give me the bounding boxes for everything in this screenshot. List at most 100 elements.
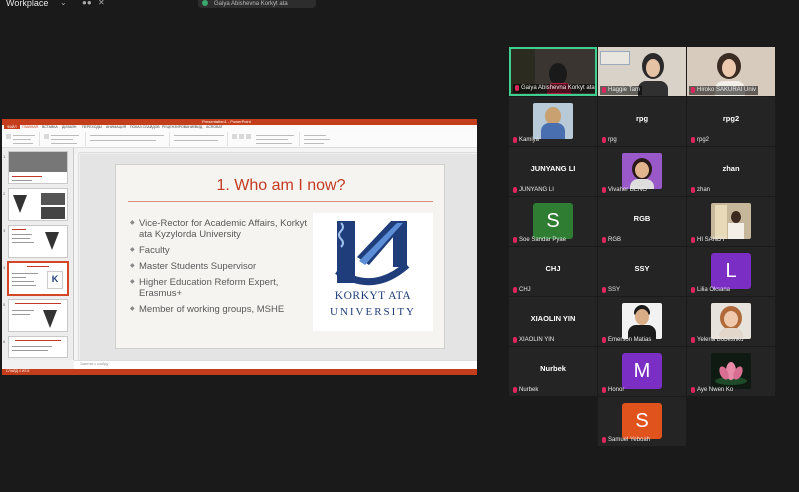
chevron-down-icon[interactable]: ⌄: [60, 0, 67, 7]
participant-tile[interactable]: Gaiya Abishevna Korkyt ata: [509, 47, 597, 96]
tab-home[interactable]: ГЛАВНАЯ: [22, 125, 38, 129]
profile-photo: [711, 203, 751, 239]
slide-thumbnail[interactable]: [8, 151, 68, 184]
thumb-line: [12, 242, 34, 243]
participant-tile[interactable]: Yelena Bobeshko: [687, 297, 775, 346]
new-slide-icon[interactable]: [44, 134, 49, 139]
mic-muted-icon: [602, 87, 606, 93]
tab-slideshow[interactable]: ПОКАЗ СЛАЙДОВ: [130, 125, 160, 129]
logo-text-line1: KORKYT ATA: [334, 290, 412, 302]
arrange-icon[interactable]: [239, 134, 244, 139]
mic-muted-icon: [602, 287, 606, 293]
tab-acrobat[interactable]: ACROBAT: [206, 125, 223, 129]
mic-muted-icon: [691, 287, 695, 293]
ribbon-line: [51, 135, 79, 136]
mic-muted-icon: [691, 387, 695, 393]
ribbon-group-clipboard: [4, 132, 40, 146]
participant-name: Kamiya: [511, 136, 541, 145]
tab-transitions[interactable]: ПЕРЕХОДЫ: [82, 125, 102, 129]
participant-tile[interactable]: Vivaher BENG: [598, 147, 686, 196]
thumb-line: [12, 176, 42, 177]
participant-tile[interactable]: Kamiya: [509, 97, 597, 146]
participant-tile[interactable]: JUNYANG LI JUNYANG LI: [509, 147, 597, 196]
slide-thumbnail[interactable]: [8, 299, 68, 332]
participant-tile[interactable]: Emerson Matias: [598, 297, 686, 346]
participant-tile[interactable]: rpg rpg: [598, 97, 686, 146]
tab-file[interactable]: ФАЙЛ: [4, 125, 20, 129]
profile-photo: [711, 303, 751, 339]
profile-photo: [711, 353, 751, 389]
participant-tile[interactable]: S Samuel Yeboah: [598, 397, 686, 446]
participant-tile[interactable]: L Lilia Oksana: [687, 247, 775, 296]
participant-tile[interactable]: zhan zhan: [687, 147, 775, 196]
people-icon[interactable]: ●●: [82, 0, 92, 7]
tab-view[interactable]: ВИД: [195, 125, 202, 129]
shared-screen: Presentation1 - PowerPoint ФАЙЛ ГЛАВНАЯ …: [2, 119, 477, 375]
screen-share-indicator[interactable]: Gaiya Abishevna Korkyt ata: [198, 0, 316, 8]
ribbon-group-slides: [42, 132, 86, 146]
participant-display-name: JUNYANG LI: [530, 164, 576, 173]
thumb-line: [12, 180, 32, 181]
person-silhouette: [549, 63, 567, 85]
tab-animations[interactable]: АНИМАЦИЯ: [106, 125, 126, 129]
shapes-icon[interactable]: [232, 134, 237, 139]
mic-muted-icon: [602, 187, 606, 193]
participant-display-name: XIAOLIN YIN: [530, 314, 576, 323]
participant-tile[interactable]: XIAOLIN YIN XIAOLIN YIN: [509, 297, 597, 346]
participant-tile[interactable]: SSY SSY: [598, 247, 686, 296]
participant-name: Gaiya Abishevna Korkyt ata: [513, 84, 595, 93]
tab-review[interactable]: РЕЦЕНЗИРОВАНИЕ: [162, 125, 196, 129]
ribbon-group-drawing: [230, 132, 300, 146]
thumb-line: [12, 281, 34, 282]
bullet-item: Higher Education Reform Expert, Erasmus+: [130, 277, 315, 299]
slide-thumbnail[interactable]: [8, 225, 68, 258]
participant-tile[interactable]: Aye Nwen Ko: [687, 347, 775, 396]
participant-name: zhan: [689, 186, 712, 195]
slide-thumbnail[interactable]: [8, 188, 68, 221]
thumb-number: 2: [3, 191, 6, 196]
app-title: Workplace: [6, 0, 49, 8]
slide-thumbnail[interactable]: [8, 336, 68, 358]
participant-tile[interactable]: S Soe Sandar Pyae: [509, 197, 597, 246]
paste-icon[interactable]: [6, 134, 11, 139]
participant-tile[interactable]: HI SANDY: [687, 197, 775, 246]
notes-pane[interactable]: Заметки к слайду: [74, 360, 477, 369]
mic-muted-icon: [513, 137, 517, 143]
thumb-line: [12, 234, 32, 235]
meeting-window: Workplace ⌄ ●● ✕ Gaiya Abishevna Korkyt …: [0, 0, 799, 492]
participant-display-name: zhan: [722, 164, 740, 173]
participant-tile[interactable]: Haggie Tam: [598, 47, 686, 96]
thumb-image: [41, 207, 65, 219]
thumb-line: [12, 346, 52, 347]
mic-muted-icon: [691, 87, 695, 93]
participant-tile[interactable]: M Honor: [598, 347, 686, 396]
ribbon-line: [304, 139, 330, 140]
current-slide[interactable]: 1. Who am I now? Vice-Rector for Academi…: [115, 164, 445, 349]
participant-tile[interactable]: rpg2 rpg2: [687, 97, 775, 146]
participant-display-name: SSY: [634, 264, 650, 273]
participant-tile[interactable]: CHJ CHJ: [509, 247, 597, 296]
quick-styles-icon[interactable]: [246, 134, 251, 139]
ribbon-line: [13, 135, 35, 136]
participant-tile[interactable]: RGB RGB: [598, 197, 686, 246]
mic-muted-icon: [602, 437, 606, 443]
participant-name: Honor: [600, 386, 626, 395]
participant-name: Hiroko SAKURAI Univ: [689, 86, 759, 95]
participant-tile[interactable]: Nurbek Nurbek: [509, 347, 597, 396]
mic-muted-icon: [602, 387, 606, 393]
participant-name: JUNYANG LI: [511, 186, 556, 195]
slide-divider: [128, 201, 433, 202]
participant-name: Yelena Bobeshko: [689, 336, 746, 345]
tab-design[interactable]: ДИЗАЙН: [62, 125, 76, 129]
ribbon-line: [13, 139, 31, 140]
tab-insert[interactable]: ВСТАВКА: [42, 125, 58, 129]
slide-thumbnail-selected[interactable]: K: [8, 262, 68, 295]
ribbon-group-font: [88, 132, 170, 146]
thumb-line: [27, 266, 49, 267]
profile-photo: [533, 103, 573, 139]
ribbon-group-editing: [302, 132, 334, 146]
participant-display-name: CHJ: [545, 264, 561, 273]
participant-display-name: RGB: [633, 214, 651, 223]
close-icon[interactable]: ✕: [98, 0, 105, 7]
participant-tile[interactable]: Hiroko SAKURAI Univ: [687, 47, 775, 96]
